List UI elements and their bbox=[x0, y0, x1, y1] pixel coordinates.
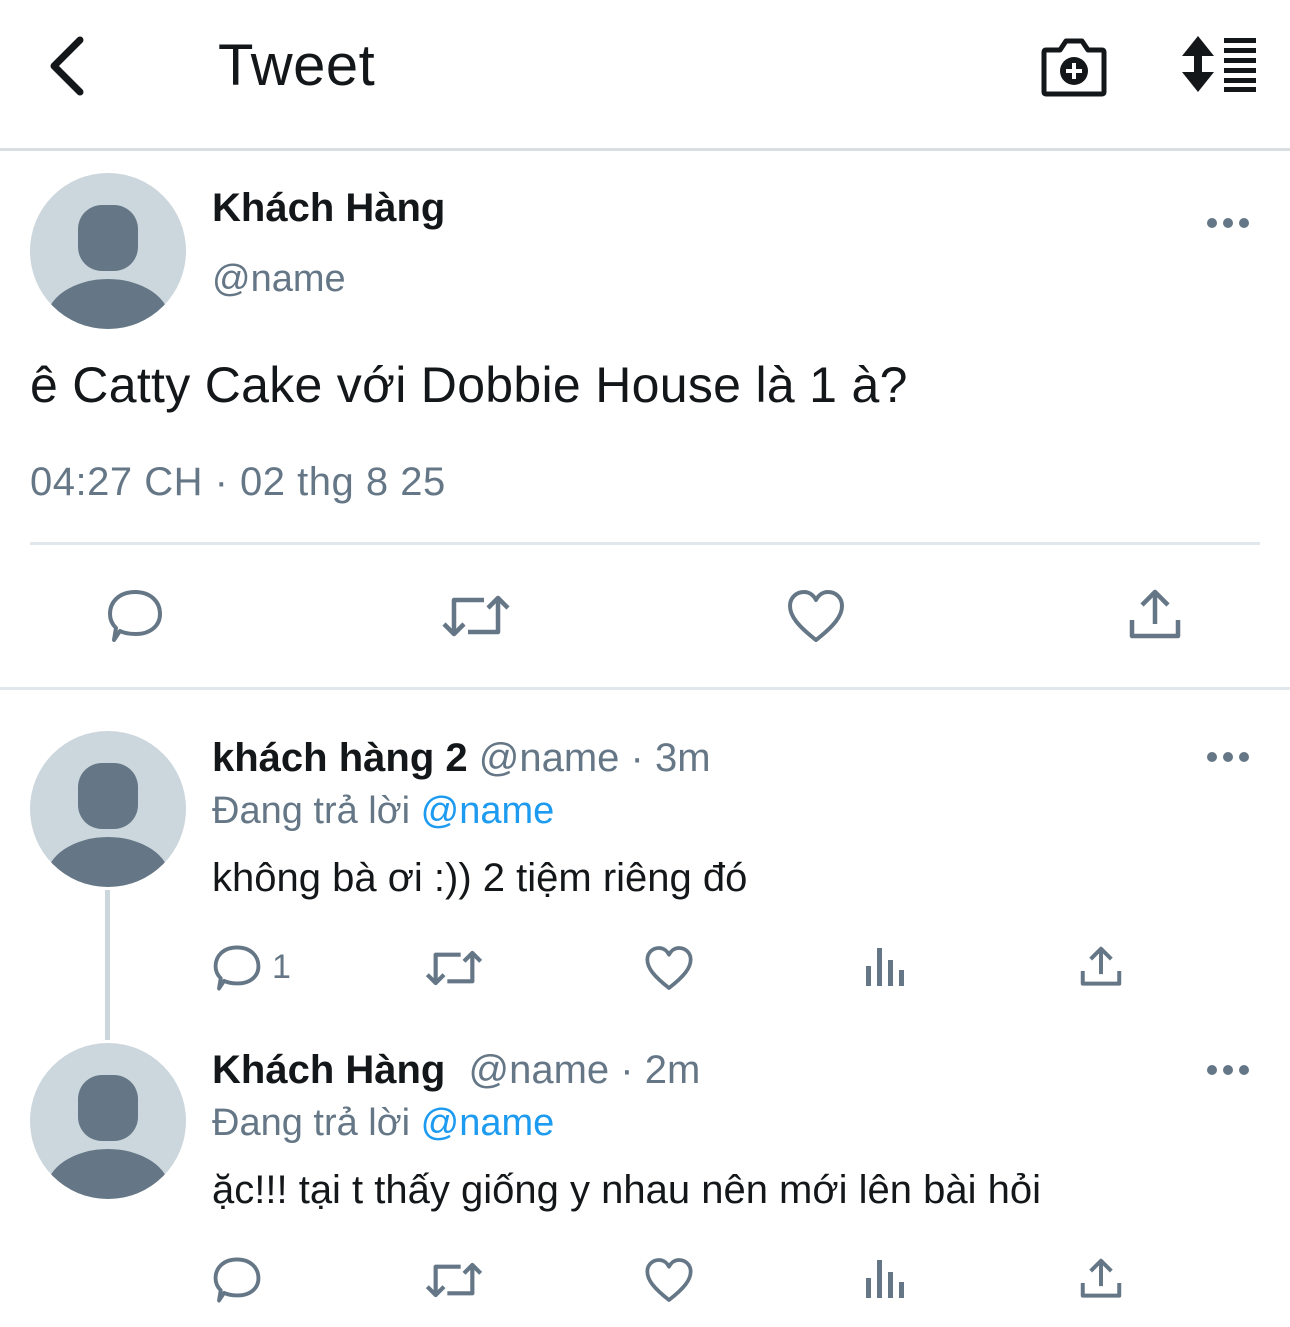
back-icon[interactable] bbox=[44, 36, 90, 96]
sort-lines-icon[interactable] bbox=[1180, 36, 1258, 92]
mention-link[interactable]: @name bbox=[421, 790, 555, 832]
views-icon[interactable] bbox=[864, 944, 906, 988]
page-title: Tweet bbox=[218, 33, 376, 98]
tweet-text: ê Catty Cake với Dobbie House là 1 à? bbox=[30, 357, 908, 413]
reply-author-handle[interactable]: @name bbox=[468, 1048, 609, 1092]
divider bbox=[30, 542, 1260, 545]
reply-text: ặc!!! tại t thấy giống y nhau nên mới lê… bbox=[212, 1168, 1041, 1212]
more-options-icon[interactable] bbox=[1206, 1063, 1250, 1077]
retweet-icon[interactable] bbox=[424, 1258, 484, 1302]
default-avatar-icon bbox=[46, 1075, 170, 1199]
reply-text: không bà ơi :)) 2 tiệm riêng đó bbox=[212, 856, 748, 900]
like-icon[interactable] bbox=[786, 588, 846, 644]
avatar[interactable] bbox=[30, 1043, 186, 1199]
tweet-timestamp: 04:27 CH · 02 thg 8 25 bbox=[30, 460, 446, 504]
reply-icon[interactable] bbox=[212, 944, 262, 992]
reply-count: 1 bbox=[272, 948, 291, 986]
section-divider bbox=[0, 687, 1290, 690]
like-icon[interactable] bbox=[644, 1256, 694, 1304]
reply-time: · 2m bbox=[620, 1048, 701, 1092]
default-avatar-icon bbox=[46, 205, 170, 329]
camera-add-icon[interactable] bbox=[1040, 36, 1108, 98]
reply-author-name[interactable]: khách hàng 2 bbox=[212, 736, 468, 780]
avatar[interactable] bbox=[30, 731, 186, 887]
default-avatar-icon bbox=[46, 763, 170, 887]
share-icon[interactable] bbox=[1078, 1256, 1124, 1302]
share-icon[interactable] bbox=[1126, 586, 1184, 644]
reply-author-handle[interactable]: @name bbox=[479, 736, 620, 780]
thread-line bbox=[105, 890, 110, 1040]
reply-icon[interactable] bbox=[106, 588, 164, 644]
author-handle[interactable]: @name bbox=[212, 258, 346, 301]
replying-to: Đang trả lời @name bbox=[212, 790, 554, 833]
header-divider bbox=[0, 148, 1290, 151]
retweet-icon[interactable] bbox=[440, 590, 512, 642]
mention-link[interactable]: @name bbox=[421, 1102, 555, 1144]
avatar[interactable] bbox=[30, 173, 186, 329]
reply-author-name[interactable]: Khách Hàng bbox=[212, 1048, 445, 1092]
replying-to: Đang trả lời @name bbox=[212, 1102, 554, 1145]
share-icon[interactable] bbox=[1078, 944, 1124, 990]
top-bar: Tweet bbox=[0, 0, 1290, 150]
more-options-icon[interactable] bbox=[1206, 750, 1250, 764]
reply-time: · 3m bbox=[630, 736, 711, 780]
more-options-icon[interactable] bbox=[1206, 216, 1250, 230]
retweet-icon[interactable] bbox=[424, 946, 484, 990]
replying-to-label: Đang trả lời bbox=[212, 790, 411, 832]
replying-to-label: Đang trả lời bbox=[212, 1102, 411, 1144]
reply-icon[interactable] bbox=[212, 1256, 262, 1304]
like-icon[interactable] bbox=[644, 944, 694, 992]
author-name[interactable]: Khách Hàng bbox=[212, 186, 445, 231]
reply-header: Khách Hàng @name · 2m bbox=[212, 1048, 700, 1093]
reply-header: khách hàng 2 @name · 3m bbox=[212, 736, 711, 781]
views-icon[interactable] bbox=[864, 1256, 906, 1300]
